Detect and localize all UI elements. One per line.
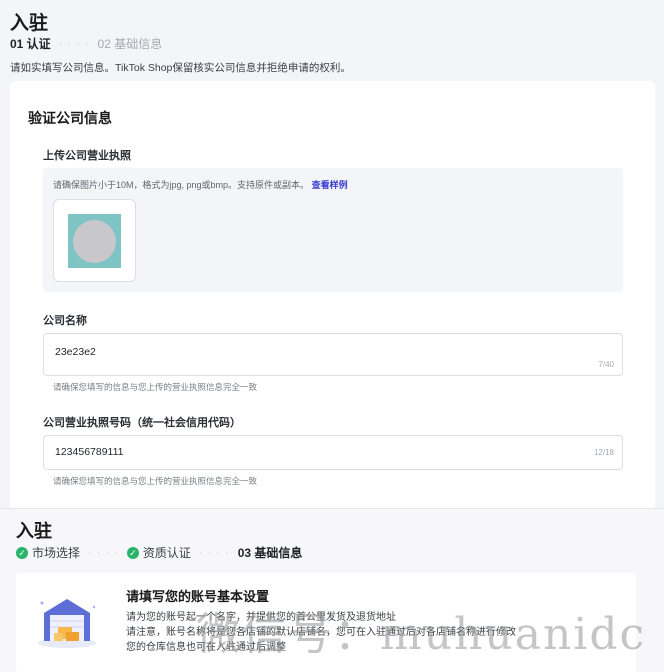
stepper: 01 认证 · · · · 02 基础信息 [10,35,162,52]
company-info-card: 验证公司信息 上传公司营业执照 请确保图片小于10M，格式为jpg, png或b… [10,81,655,511]
step-verification: 01 认证 [10,37,51,51]
upload-hint-text: 请确保图片小于10M，格式为jpg, png或bmp。支持原件或副本。 [53,180,310,190]
step-separator: · · · · [198,546,230,559]
company-name-char-count: 7/40 [598,360,614,369]
step-separator: · · · · [88,546,119,559]
stepper-2: ✓ 市场选择 · · · · ✓ 资质认证 · · · · 03 基础信息 [16,544,302,561]
step-basic-info: 02 基础信息 [97,37,163,51]
step-market-selection: 市场选择 [32,546,81,560]
step-qualification: 资质认证 [142,546,191,560]
license-image [68,214,121,268]
upload-license-label: 上传公司营业执照 [43,150,131,162]
company-name-helper: 请确保您填写的信息与您上传的营业执照信息完全一致 [53,382,258,392]
check-circle-icon: ✓ [16,546,28,559]
upload-hint: 请确保图片小于10M，格式为jpg, png或bmp。支持原件或副本。 查看样例 [53,178,348,191]
upload-area[interactable]: 请确保图片小于10M，格式为jpg, png或bmp。支持原件或副本。 查看样例 [43,168,623,292]
page-title: 入驻 [10,13,49,34]
license-number-char-count: 12/18 [593,448,614,457]
view-sample-link[interactable]: 查看样例 [312,180,348,190]
notice-text: 请如实填写公司信息。TikTok Shop保留核实公司信息并拒绝申请的权利。 [10,62,351,74]
onboarding-panel-verification: 入驻 01 认证 · · · · 02 基础信息 请如实填写公司信息。TikTo… [0,0,664,511]
page-title-2: 入驻 [16,521,52,541]
card-title: 验证公司信息 [28,110,112,126]
watermark-text: 微信号：muhuanidc [196,609,647,660]
warehouse-illustration-icon [38,599,96,648]
license-number-helper: 请确保您填写的信息与您上传的营业执照信息完全一致 [53,476,258,486]
check-circle-icon: ✓ [126,546,139,559]
license-thumbnail[interactable] [53,199,136,282]
step-separator: · · · · [58,37,90,50]
license-number-input[interactable]: 123456789111 12/18 [43,435,623,470]
company-name-input[interactable]: 23e23e2 7/40 [43,333,623,376]
company-name-label: 公司名称 [43,315,87,327]
image-placeholder-shape [73,220,116,263]
step-basic-info-active: 03 基础信息 [237,546,303,560]
license-number-value: 123456789111 [55,446,124,458]
license-number-label: 公司营业执照号码（统一社会信用代码） [43,417,241,429]
company-name-value: 23e23e2 [55,346,96,358]
